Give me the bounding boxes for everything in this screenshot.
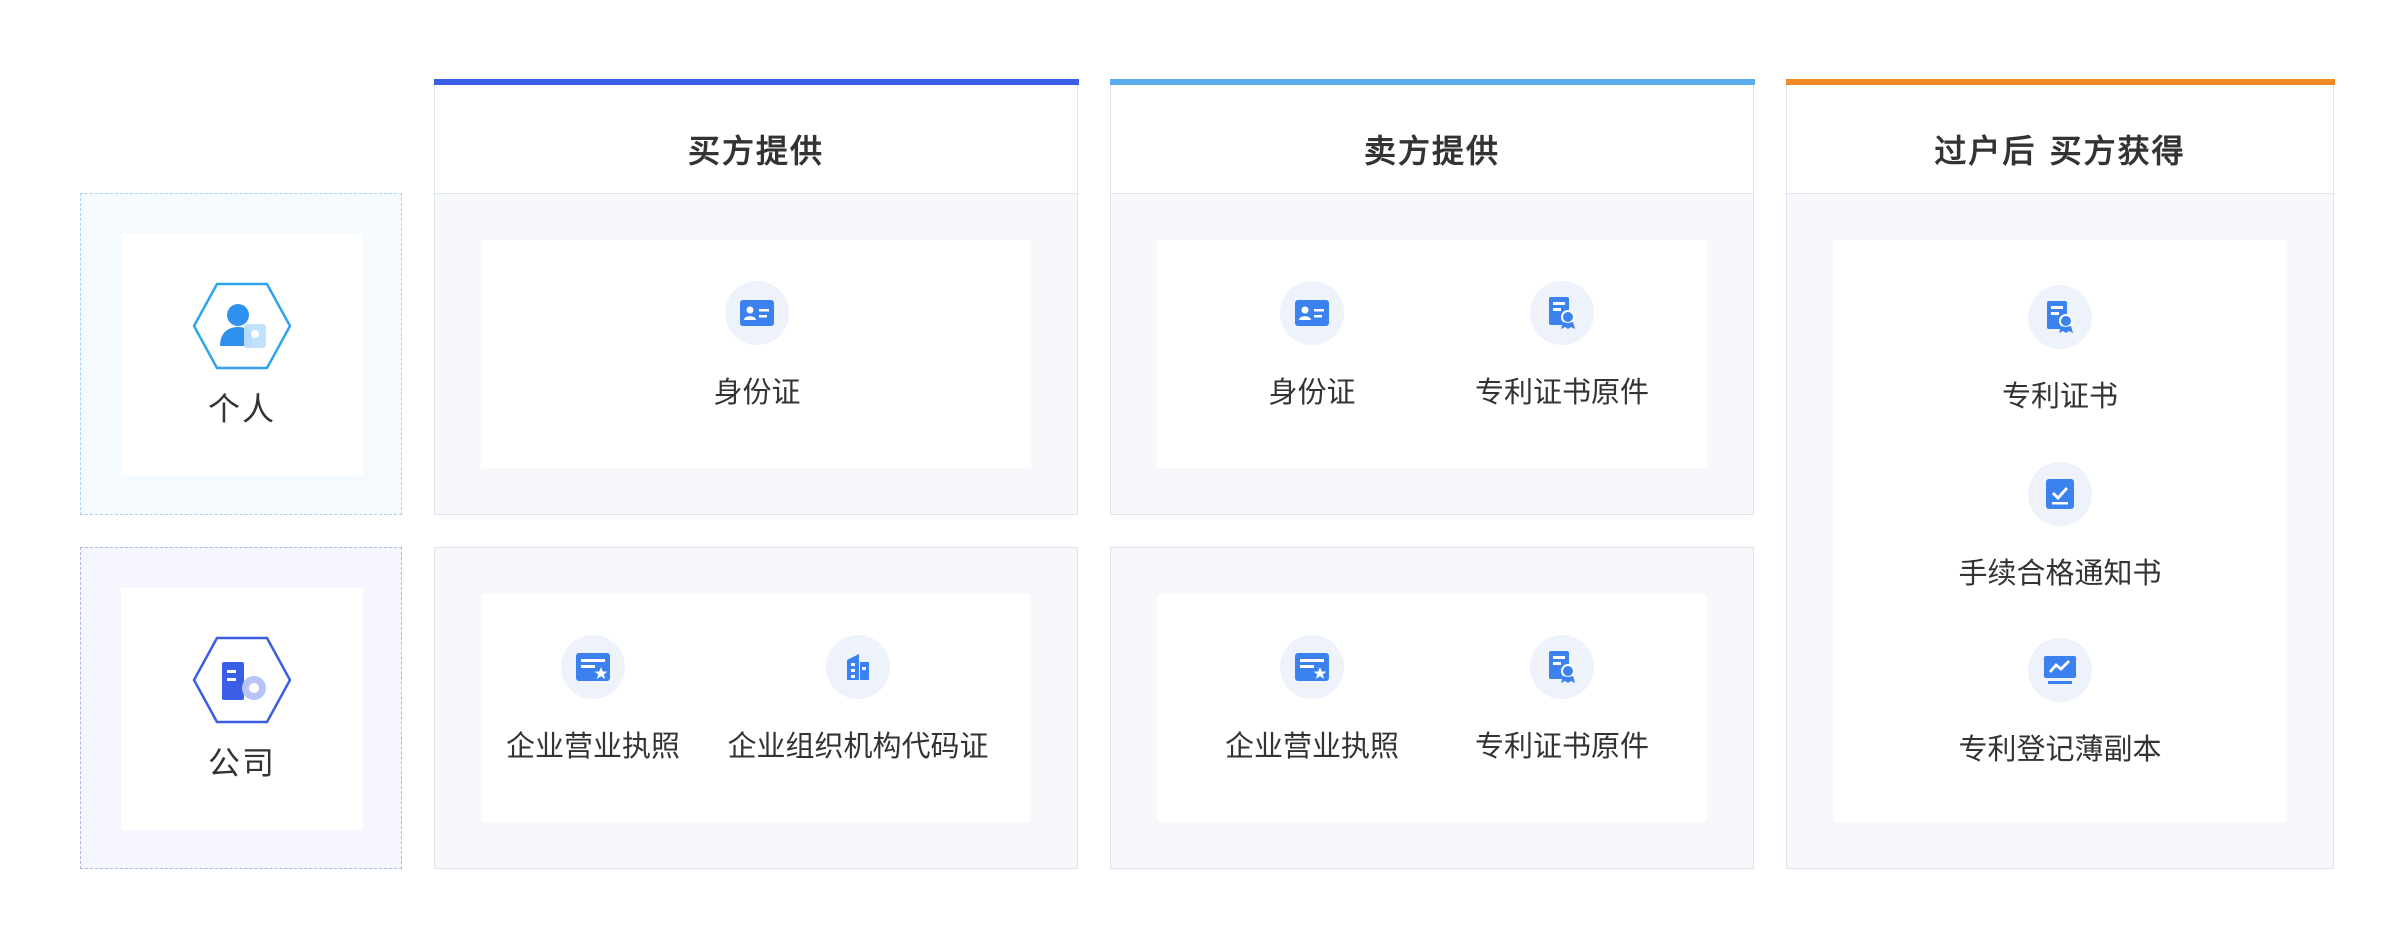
document-item: 手续合格通知书 bbox=[1833, 462, 2287, 592]
row-personal: 个人 bbox=[80, 193, 402, 515]
document-item: 企业营业执照 bbox=[506, 635, 681, 765]
row-company-card: 公司 bbox=[121, 588, 363, 830]
card-buyer-company: 企业营业执照 企业组织机构代码证 bbox=[481, 594, 1031, 822]
person-hexagon-icon bbox=[192, 282, 292, 370]
document-label: 专利登记薄副本 bbox=[1958, 732, 2162, 766]
business-license-icon bbox=[561, 635, 625, 699]
document-item: 身份证 bbox=[687, 281, 827, 411]
document-item: 企业营业执照 bbox=[1217, 635, 1407, 765]
id-card-icon bbox=[725, 281, 789, 345]
business-license-icon bbox=[1280, 635, 1344, 699]
card-buyer-personal: 身份证 bbox=[481, 240, 1031, 468]
card-obtained: 专利证书 手续合格通知书 专利登记薄副本 bbox=[1833, 240, 2287, 822]
register-copy-icon bbox=[2028, 638, 2092, 702]
row-personal-card: 个人 bbox=[121, 234, 363, 476]
document-item: 专利登记薄副本 bbox=[1833, 638, 2287, 768]
document-label: 身份证 bbox=[1268, 375, 1356, 409]
document-item: 专利证书 bbox=[1833, 285, 2287, 415]
document-item: 专利证书原件 bbox=[1462, 281, 1662, 411]
document-label: 企业营业执照 bbox=[1224, 729, 1399, 763]
patent-certificate-icon bbox=[1530, 635, 1594, 699]
document-item: 企业组织机构代码证 bbox=[728, 635, 989, 765]
row-company: 公司 bbox=[80, 547, 402, 869]
panel-obtained: 专利证书 手续合格通知书 专利登记薄副本 bbox=[1786, 193, 2334, 869]
column-accent-bar bbox=[1785, 79, 2335, 85]
document-item: 身份证 bbox=[1242, 281, 1382, 411]
patent-certificate-icon bbox=[1530, 281, 1594, 345]
document-item: 专利证书原件 bbox=[1462, 635, 1662, 765]
document-label: 专利证书原件 bbox=[1474, 375, 1649, 409]
approval-notice-icon bbox=[2028, 462, 2092, 526]
column-title: 买方提供 bbox=[687, 131, 824, 170]
patent-certificate-icon bbox=[2028, 285, 2092, 349]
document-label: 手续合格通知书 bbox=[1958, 556, 2162, 590]
card-seller-company: 企业营业执照 专利证书原件 bbox=[1157, 594, 1707, 822]
column-accent-bar bbox=[433, 79, 1079, 85]
panel-seller-company: 企业营业执照 专利证书原件 bbox=[1110, 547, 1754, 869]
id-card-icon bbox=[1280, 281, 1344, 345]
row-company-label: 公司 bbox=[207, 744, 276, 782]
document-label: 专利证书 bbox=[2001, 379, 2118, 413]
column-accent-bar bbox=[1109, 79, 1755, 85]
document-label: 身份证 bbox=[713, 375, 801, 409]
panel-seller-personal: 身份证 专利证书原件 bbox=[1110, 193, 1754, 515]
card-seller-personal: 身份证 专利证书原件 bbox=[1157, 240, 1707, 468]
row-personal-label: 个人 bbox=[207, 390, 276, 428]
document-label: 企业组织机构代码证 bbox=[727, 729, 989, 763]
organization-building-icon bbox=[826, 635, 890, 699]
document-label: 企业营业执照 bbox=[506, 729, 681, 763]
panel-buyer-personal: 身份证 bbox=[434, 193, 1078, 515]
column-title: 过户后 买方获得 bbox=[1934, 131, 2186, 170]
panel-buyer-company: 企业营业执照 企业组织机构代码证 bbox=[434, 547, 1078, 869]
document-label: 专利证书原件 bbox=[1474, 729, 1649, 763]
company-hexagon-icon bbox=[192, 636, 292, 724]
column-title: 卖方提供 bbox=[1363, 131, 1500, 170]
